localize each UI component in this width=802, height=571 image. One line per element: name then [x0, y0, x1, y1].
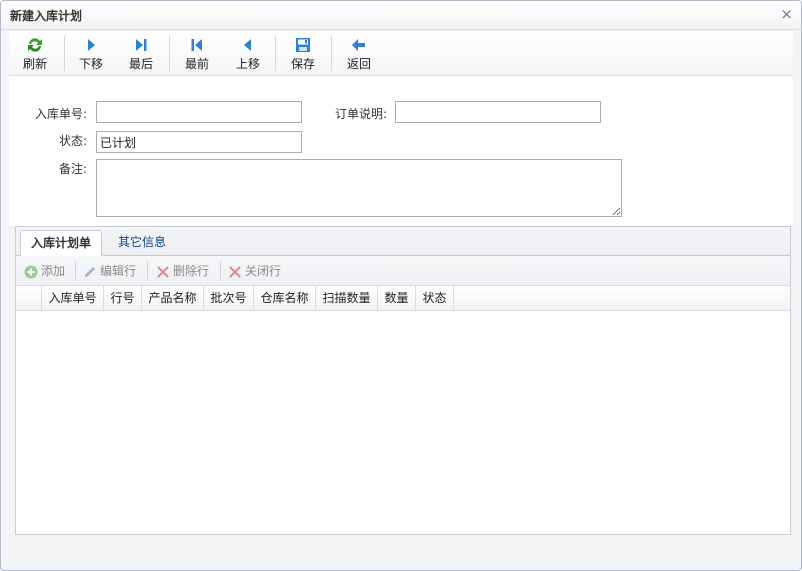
- move-last-label: 最后: [128, 57, 153, 71]
- grid-column-order-no[interactable]: 入库单号: [42, 286, 104, 310]
- move-down-label: 下移: [78, 57, 103, 71]
- refresh-label: 刷新: [22, 57, 47, 71]
- add-row-label: 添加: [41, 264, 66, 278]
- edit-row-button[interactable]: 编辑行: [83, 262, 136, 280]
- save-button[interactable]: 保存: [277, 33, 329, 73]
- add-row-button[interactable]: 添加: [24, 262, 65, 280]
- grid-toolbar: 添加 编辑行 删除行 关闭行: [16, 256, 790, 286]
- skip-last-icon: [136, 39, 147, 51]
- window-title: 新建入库计划: [10, 9, 83, 23]
- move-down-button[interactable]: 下移: [65, 33, 117, 73]
- remark-textarea[interactable]: [96, 159, 622, 217]
- grid-column-batch-no[interactable]: 批次号: [204, 286, 254, 310]
- save-label: 保存: [290, 57, 315, 71]
- back-button[interactable]: 返回: [333, 33, 385, 73]
- grid-column-rownumber: [16, 286, 42, 310]
- add-icon: [24, 265, 38, 278]
- new-inbound-plan-window: 新建入库计划 × 刷新 下移 最后 最前 上移 保存 返回 入库单号: 订单说明…: [0, 0, 802, 571]
- grid-header: 入库单号 行号 产品名称 批次号 仓库名称 扫描数量 数量 状态: [16, 286, 790, 311]
- move-up-button[interactable]: 上移: [222, 33, 274, 73]
- plan-form: 入库单号: 订单说明: 状态: 备注:: [9, 76, 793, 226]
- refresh-button[interactable]: 刷新: [9, 33, 61, 73]
- grid-toolbar-separator: [75, 261, 76, 281]
- tab-strip: 入库计划单 其它信息: [16, 227, 790, 256]
- grid-toolbar-separator: [220, 261, 221, 281]
- delete-x-icon: [157, 265, 169, 278]
- play-prev-icon: [244, 39, 251, 51]
- close-row-label: 关闭行: [245, 264, 282, 278]
- status-input[interactable]: [96, 131, 302, 153]
- move-last-button[interactable]: 最后: [115, 33, 167, 73]
- detail-tab-panel: 入库计划单 其它信息 添加 编辑行 删除行 关闭行 入库单号 行号 产品名称 批…: [15, 226, 791, 535]
- grid-column-scan-qty[interactable]: 扫描数量: [316, 286, 378, 310]
- edit-row-label: 编辑行: [100, 264, 137, 278]
- order-desc-input[interactable]: [395, 101, 601, 123]
- skip-first-icon: [191, 39, 202, 51]
- close-row-button[interactable]: 关闭行: [228, 262, 281, 280]
- save-icon: [296, 38, 310, 52]
- delete-row-label: 删除行: [173, 264, 210, 278]
- remark-label: 备注:: [58, 162, 87, 176]
- delete-row-button[interactable]: 删除行: [156, 262, 209, 280]
- grid-toolbar-separator: [147, 261, 148, 281]
- tab-other-info[interactable]: 其它信息: [108, 230, 176, 254]
- move-first-button[interactable]: 最前: [171, 33, 223, 73]
- main-toolbar: 刷新 下移 最后 最前 上移 保存 返回: [9, 31, 793, 76]
- order-no-label: 入库单号:: [34, 107, 87, 121]
- pencil-icon: [85, 266, 95, 277]
- move-up-label: 上移: [235, 57, 260, 71]
- back-label: 返回: [346, 57, 371, 71]
- grid-column-qty[interactable]: 数量: [378, 286, 416, 310]
- close-x-icon: [229, 265, 241, 278]
- toolbar-separator: [331, 35, 332, 71]
- move-first-label: 最前: [184, 57, 209, 71]
- status-label: 状态:: [58, 134, 87, 148]
- toolbar-separator: [275, 35, 276, 71]
- grid-column-status[interactable]: 状态: [416, 286, 454, 310]
- tab-inbound-plan[interactable]: 入库计划单: [20, 230, 103, 256]
- grid-column-line-no[interactable]: 行号: [104, 286, 142, 310]
- grid-body[interactable]: [16, 311, 790, 533]
- grid-column-warehouse-name[interactable]: 仓库名称: [254, 286, 316, 310]
- play-next-icon: [88, 39, 95, 51]
- refresh-icon: [28, 38, 42, 52]
- order-no-input[interactable]: [96, 101, 302, 123]
- back-arrow-icon: [352, 39, 365, 51]
- order-desc-label: 订单说明:: [334, 107, 387, 121]
- toolbar-separator: [169, 35, 170, 71]
- grid-column-product-name[interactable]: 产品名称: [142, 286, 204, 310]
- window-titlebar[interactable]: 新建入库计划 ×: [1, 1, 801, 30]
- close-icon[interactable]: ×: [780, 5, 793, 23]
